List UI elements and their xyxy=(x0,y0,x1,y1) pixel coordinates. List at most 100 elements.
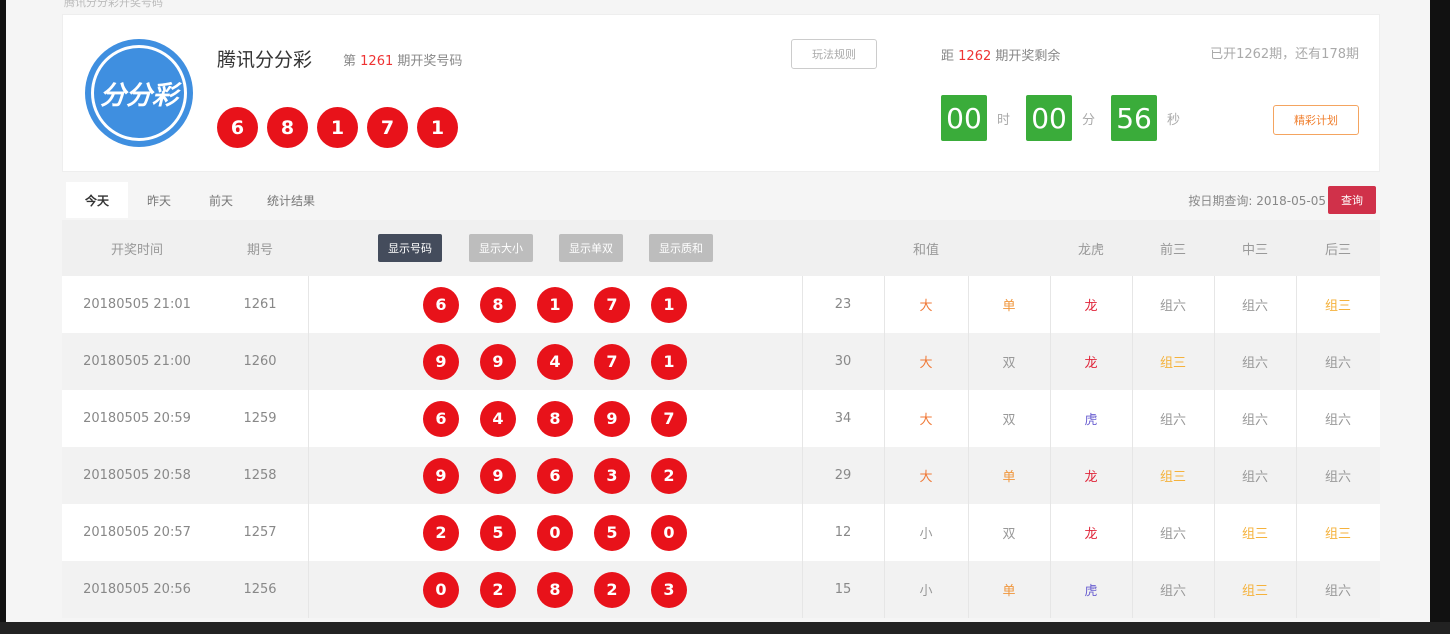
draw-balls: 68171 xyxy=(423,286,687,323)
number-ball: 9 xyxy=(480,343,516,380)
winning-ball: 1 xyxy=(317,107,358,148)
logo-text: 分分彩 xyxy=(91,45,187,141)
game-title: 腾讯分分彩 xyxy=(217,49,313,71)
size-value: 大 xyxy=(919,413,933,428)
draw-time: 20180505 20:58 xyxy=(83,468,191,483)
date-query-input[interactable]: 2018-05-05 xyxy=(1256,194,1326,208)
number-ball: 1 xyxy=(651,286,687,323)
front3-value: 组三 xyxy=(1159,470,1186,485)
query-button[interactable]: 查询 xyxy=(1328,186,1376,214)
opened-count: 已开1262期，还有178期 xyxy=(1210,47,1359,62)
current-issue-number: 1261 xyxy=(360,54,394,69)
draw-header-card: 分分彩 腾讯分分彩 第 1261 期开奖号码 6 8 1 7 1 玩法规则 距 … xyxy=(62,14,1380,172)
back3-value: 组六 xyxy=(1324,470,1351,485)
sum-value: 30 xyxy=(834,354,852,369)
table-header: 开奖时间 期号 显示号码 显示大小 显示单双 显示质和 和值 龙虎 前三 中三 … xyxy=(62,220,1380,276)
parity-value: 双 xyxy=(1002,413,1016,428)
sum-value: 12 xyxy=(834,525,852,540)
mid3-value: 组六 xyxy=(1241,356,1268,371)
issue-number: 1257 xyxy=(243,525,277,540)
number-ball: 2 xyxy=(594,571,630,608)
number-ball: 0 xyxy=(423,571,459,608)
window-left-edge xyxy=(0,0,6,634)
front3-value: 组三 xyxy=(1159,356,1186,371)
winning-ball: 8 xyxy=(267,107,308,148)
date-query-label: 按日期查询: xyxy=(1188,194,1253,208)
number-ball: 4 xyxy=(480,400,516,437)
front3-value: 组六 xyxy=(1159,299,1186,314)
front3-value: 组六 xyxy=(1159,584,1186,599)
number-ball: 9 xyxy=(594,400,630,437)
hours-unit: 时 xyxy=(997,112,1011,128)
window-bottom-edge xyxy=(0,622,1450,634)
show-parity-button[interactable]: 显示单双 xyxy=(559,234,623,262)
winning-ball: 1 xyxy=(417,107,458,148)
back3-value: 组六 xyxy=(1324,356,1351,371)
show-size-button[interactable]: 显示大小 xyxy=(469,234,533,262)
number-ball: 8 xyxy=(537,400,573,437)
draw-results-table: 开奖时间 期号 显示号码 显示大小 显示单双 显示质和 和值 龙虎 前三 中三 … xyxy=(62,220,1380,618)
countdown-minutes: 00 xyxy=(1026,95,1073,141)
tab-yesterday[interactable]: 昨天 xyxy=(128,182,190,218)
tab-today[interactable]: 今天 xyxy=(66,182,128,218)
show-numbers-button[interactable]: 显示号码 xyxy=(378,234,442,262)
size-value: 小 xyxy=(919,584,933,599)
winning-ball: 6 xyxy=(217,107,258,148)
plan-button[interactable]: 精彩计划 xyxy=(1273,105,1359,135)
winning-numbers: 6 8 1 7 1 xyxy=(217,107,458,148)
number-ball: 7 xyxy=(594,343,630,380)
draw-time: 20180505 20:59 xyxy=(83,411,191,426)
number-ball: 1 xyxy=(651,343,687,380)
draw-time: 20180505 20:56 xyxy=(83,582,191,597)
draw-time: 20180505 20:57 xyxy=(83,525,191,540)
issue-number: 1260 xyxy=(243,354,277,369)
parity-value: 双 xyxy=(1002,356,1016,371)
parity-value: 单 xyxy=(1002,299,1016,314)
back3-value: 组三 xyxy=(1324,299,1351,314)
dragon-tiger-value: 虎 xyxy=(1084,584,1098,599)
issue-number: 1259 xyxy=(243,411,277,426)
show-prime-button[interactable]: 显示质和 xyxy=(649,234,713,262)
table-row: 20180505 20:58 1258 9 9 6 3 2 29 大单龙组三 组六 组六 xyxy=(62,447,1380,504)
number-ball: 5 xyxy=(480,514,516,551)
rules-button[interactable]: 玩法规则 xyxy=(791,39,877,69)
draw-balls: 64897 xyxy=(423,400,687,437)
draw-time: 20180505 21:01 xyxy=(83,297,191,312)
size-value: 小 xyxy=(919,527,933,542)
tab-day-before[interactable]: 前天 xyxy=(190,182,252,218)
seconds-unit: 秒 xyxy=(1167,112,1181,128)
issue-number: 1258 xyxy=(243,468,277,483)
countdown-hours: 00 xyxy=(941,95,987,141)
breadcrumb[interactable]: 腾讯分分彩开奖号码 xyxy=(64,0,163,10)
number-ball: 6 xyxy=(423,286,459,323)
dragon-tiger-value: 龙 xyxy=(1084,470,1098,485)
tab-statistics[interactable]: 统计结果 xyxy=(252,182,330,218)
next-draw-line: 距 1262 期开奖剩余 xyxy=(941,49,1061,64)
parity-value: 单 xyxy=(1002,584,1016,599)
header-front3: 前三 xyxy=(1159,242,1186,258)
table-row: 20180505 20:56 1256 0 2 8 2 3 15 小单虎组六 组三 组六 xyxy=(62,561,1380,618)
number-ball: 6 xyxy=(423,400,459,437)
draw-balls: 25050 xyxy=(423,514,687,551)
number-ball: 8 xyxy=(537,571,573,608)
size-value: 大 xyxy=(919,299,933,314)
number-ball: 2 xyxy=(423,514,459,551)
dragon-tiger-value: 虎 xyxy=(1084,413,1098,428)
number-ball: 0 xyxy=(651,514,687,551)
back3-value: 组六 xyxy=(1324,584,1351,599)
table-row: 20180505 20:59 1259 6 4 8 9 7 34 大 双 虎 组六 组六 组六 xyxy=(62,390,1380,447)
parity-value: 双 xyxy=(1002,527,1016,542)
table-row: 20180505 20:57 1257 2 5 0 5 0 12 小双龙组六 组三 组三 xyxy=(62,504,1380,561)
dragon-tiger-value: 龙 xyxy=(1084,299,1098,314)
number-ball: 7 xyxy=(651,400,687,437)
size-value: 大 xyxy=(919,356,933,371)
number-ball: 4 xyxy=(537,343,573,380)
draw-time: 20180505 21:00 xyxy=(83,354,191,369)
number-ball: 9 xyxy=(423,343,459,380)
mid3-value: 组六 xyxy=(1241,413,1268,428)
number-ball: 3 xyxy=(651,571,687,608)
number-ball: 5 xyxy=(594,514,630,551)
mid3-value: 组三 xyxy=(1241,527,1268,542)
front3-value: 组六 xyxy=(1159,527,1186,542)
header-issue: 期号 xyxy=(246,242,273,258)
